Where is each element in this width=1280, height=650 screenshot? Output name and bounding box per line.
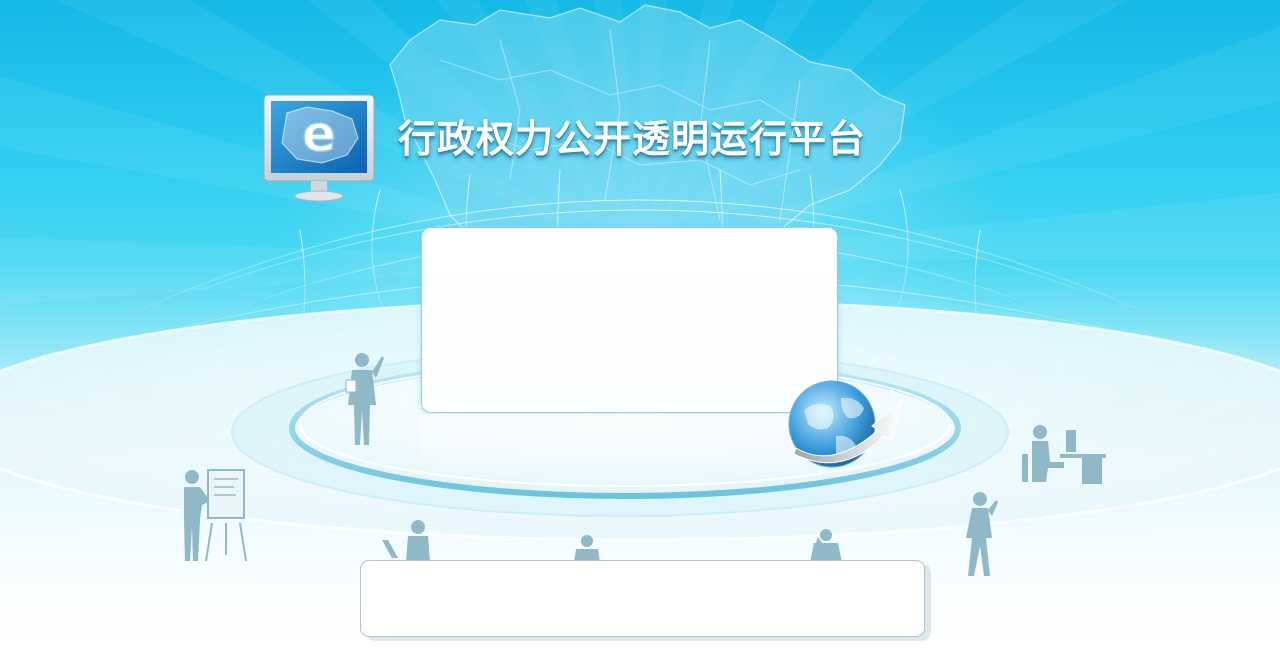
person-talking-icon (810, 529, 842, 563)
person-flipchart-icon (184, 469, 247, 562)
logo-letter: e (302, 105, 336, 163)
footer-box (360, 560, 925, 637)
person-on-phone-icon (966, 492, 998, 576)
person-presenting-icon (345, 353, 384, 445)
person-laptop-icon (382, 520, 430, 562)
panel-reflection (421, 414, 838, 474)
login-page-background: e 行政权力公开透明运行平台 (0, 0, 1280, 650)
person-at-desk-icon (1022, 425, 1106, 484)
person-seated-icon (574, 535, 600, 563)
page-title: 行政权力公开透明运行平台 (398, 117, 867, 161)
login-panel (421, 227, 838, 413)
globe-arrow-icon (788, 380, 903, 468)
monitor-e-icon: e (263, 94, 375, 202)
